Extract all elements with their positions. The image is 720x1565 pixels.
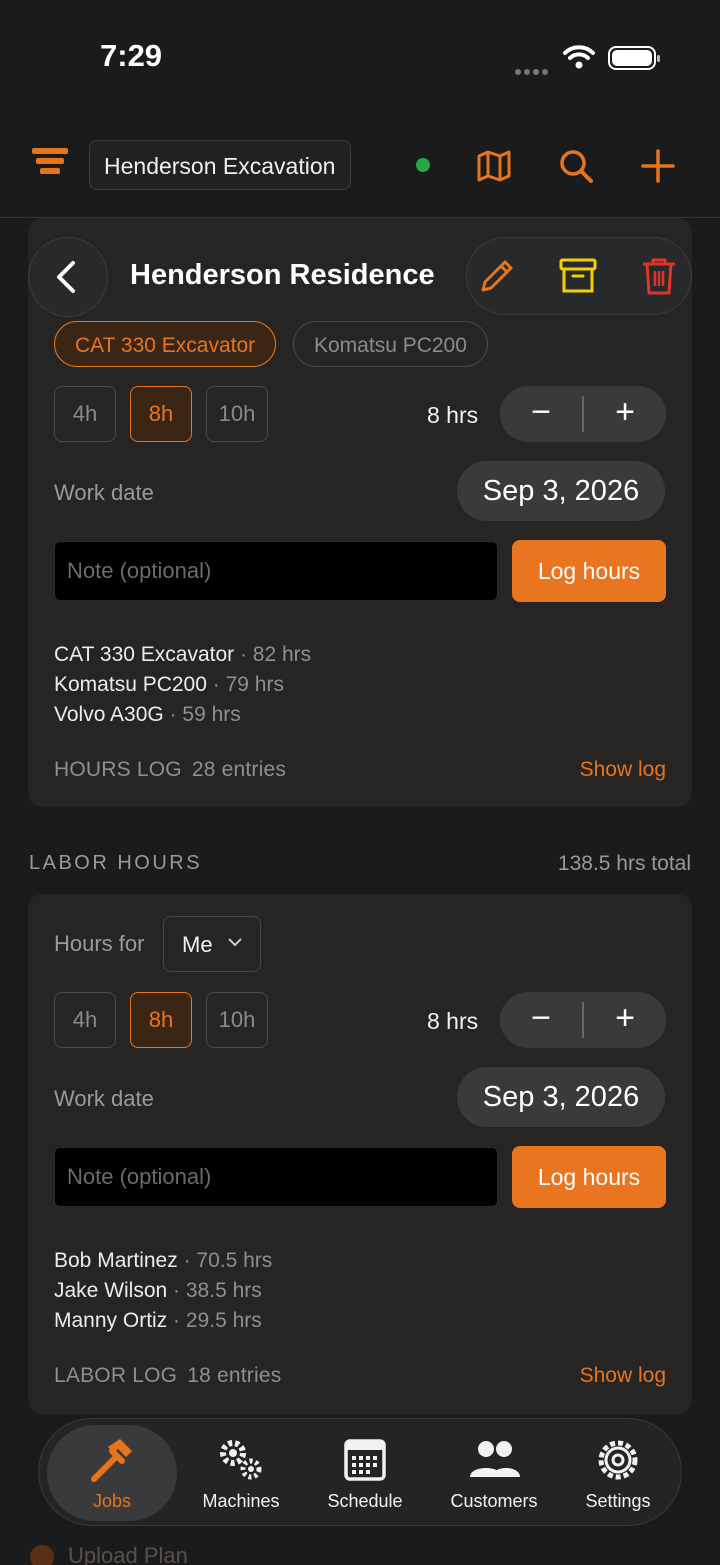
selected-hours: 8 hrs xyxy=(427,402,479,428)
list-item: Jake Wilson · 38.5 hrs xyxy=(54,1279,262,1302)
note-input[interactable] xyxy=(54,1147,498,1207)
tab-machines[interactable]: Machines xyxy=(179,1425,303,1521)
hours-log-label: HOURS LOG 28 entries xyxy=(54,758,287,781)
calendar-icon xyxy=(344,1439,386,1481)
show-labor-log-link[interactable]: Show log xyxy=(580,1364,666,1388)
chevron-down-icon xyxy=(228,938,242,947)
upload-plan-row[interactable]: Upload Plan xyxy=(30,1543,188,1565)
online-status-indicator xyxy=(416,158,430,172)
people-icon xyxy=(470,1441,520,1477)
preset-8h[interactable]: 8h xyxy=(130,386,192,442)
decrement-button[interactable]: − xyxy=(500,992,582,1048)
add-icon[interactable] xyxy=(638,146,678,186)
increment-button[interactable]: + xyxy=(584,386,666,442)
machine-chip-komatsu-pc200[interactable]: Komatsu PC200 xyxy=(293,321,488,367)
labor-hours-card: Hours for Me 4h 8h 10h 8 hrs − + Work da… xyxy=(28,894,692,1414)
tab-jobs[interactable]: Jobs xyxy=(47,1425,177,1521)
app-logo-icon[interactable] xyxy=(32,148,68,178)
gear-icon xyxy=(598,1440,638,1480)
back-button[interactable] xyxy=(28,237,108,317)
work-date-label: Work date xyxy=(54,480,154,505)
list-item: Bob Martinez · 70.5 hrs xyxy=(54,1249,273,1272)
show-hours-log-link[interactable]: Show log xyxy=(580,758,666,782)
job-actions xyxy=(466,237,692,315)
status-time: 7:29 xyxy=(100,38,163,73)
log-hours-button[interactable]: Log hours xyxy=(512,540,666,602)
hours-for-select[interactable]: Me xyxy=(163,916,261,972)
battery-icon xyxy=(608,46,660,70)
preset-4h[interactable]: 4h xyxy=(54,992,116,1048)
archive-icon[interactable] xyxy=(556,254,600,298)
map-icon[interactable] xyxy=(474,146,514,186)
list-item: Komatsu PC200 · 79 hrs xyxy=(54,673,284,696)
work-date-picker[interactable]: Sep 3, 2026 xyxy=(457,1067,665,1127)
decrement-button[interactable]: − xyxy=(500,386,582,442)
signal-icon xyxy=(515,62,551,80)
wifi-icon xyxy=(563,45,595,69)
organization-selector[interactable]: Henderson Excavation xyxy=(89,140,351,190)
selected-hours: 8 hrs xyxy=(427,1008,479,1034)
tab-customers[interactable]: Customers xyxy=(427,1425,561,1521)
edit-icon[interactable] xyxy=(475,254,519,298)
top-bar: Henderson Excavation xyxy=(0,110,720,218)
hammer-icon xyxy=(91,1439,132,1482)
tab-schedule[interactable]: Schedule xyxy=(303,1425,427,1521)
chevron-left-icon xyxy=(57,261,75,293)
page-title: Henderson Residence xyxy=(130,259,435,291)
labor-log-label: LABOR LOG 18 entries xyxy=(54,1364,282,1387)
tab-settings[interactable]: Settings xyxy=(561,1425,675,1521)
hours-stepper: − + xyxy=(500,386,666,442)
machine-chip-cat-330[interactable]: CAT 330 Excavator xyxy=(54,321,277,367)
increment-button[interactable]: + xyxy=(584,992,666,1048)
job-detail-scroll[interactable]: CAT 330 Excavator Komatsu PC200 4h 8h 10… xyxy=(0,218,720,1565)
hours-for-label: Hours for xyxy=(54,931,145,956)
list-item: Volvo A30G · 59 hrs xyxy=(54,703,241,726)
preset-10h[interactable]: 10h xyxy=(206,386,268,442)
preset-4h[interactable]: 4h xyxy=(54,386,116,442)
labor-hours-total: 138.5 hrs total xyxy=(557,852,691,875)
log-hours-button[interactable]: Log hours xyxy=(512,1146,666,1208)
hours-stepper: − + xyxy=(500,992,666,1048)
add-icon xyxy=(30,1545,54,1565)
tab-bar: Jobs Machines Schedule Customers Setting… xyxy=(38,1418,682,1526)
gears-icon xyxy=(220,1440,262,1480)
work-date-picker[interactable]: Sep 3, 2026 xyxy=(457,461,665,521)
preset-8h[interactable]: 8h xyxy=(130,992,192,1048)
list-item: Manny Ortiz · 29.5 hrs xyxy=(54,1309,262,1332)
job-header: Henderson Residence xyxy=(28,237,692,317)
note-input[interactable] xyxy=(54,541,498,601)
delete-icon[interactable] xyxy=(637,254,681,298)
labor-hours-heading: LABOR HOURS xyxy=(29,852,203,874)
status-bar: 7:29 xyxy=(0,0,720,110)
preset-10h[interactable]: 10h xyxy=(206,992,268,1048)
list-item: CAT 330 Excavator · 82 hrs xyxy=(54,643,312,666)
search-icon[interactable] xyxy=(556,146,596,186)
work-date-label: Work date xyxy=(54,1086,154,1111)
